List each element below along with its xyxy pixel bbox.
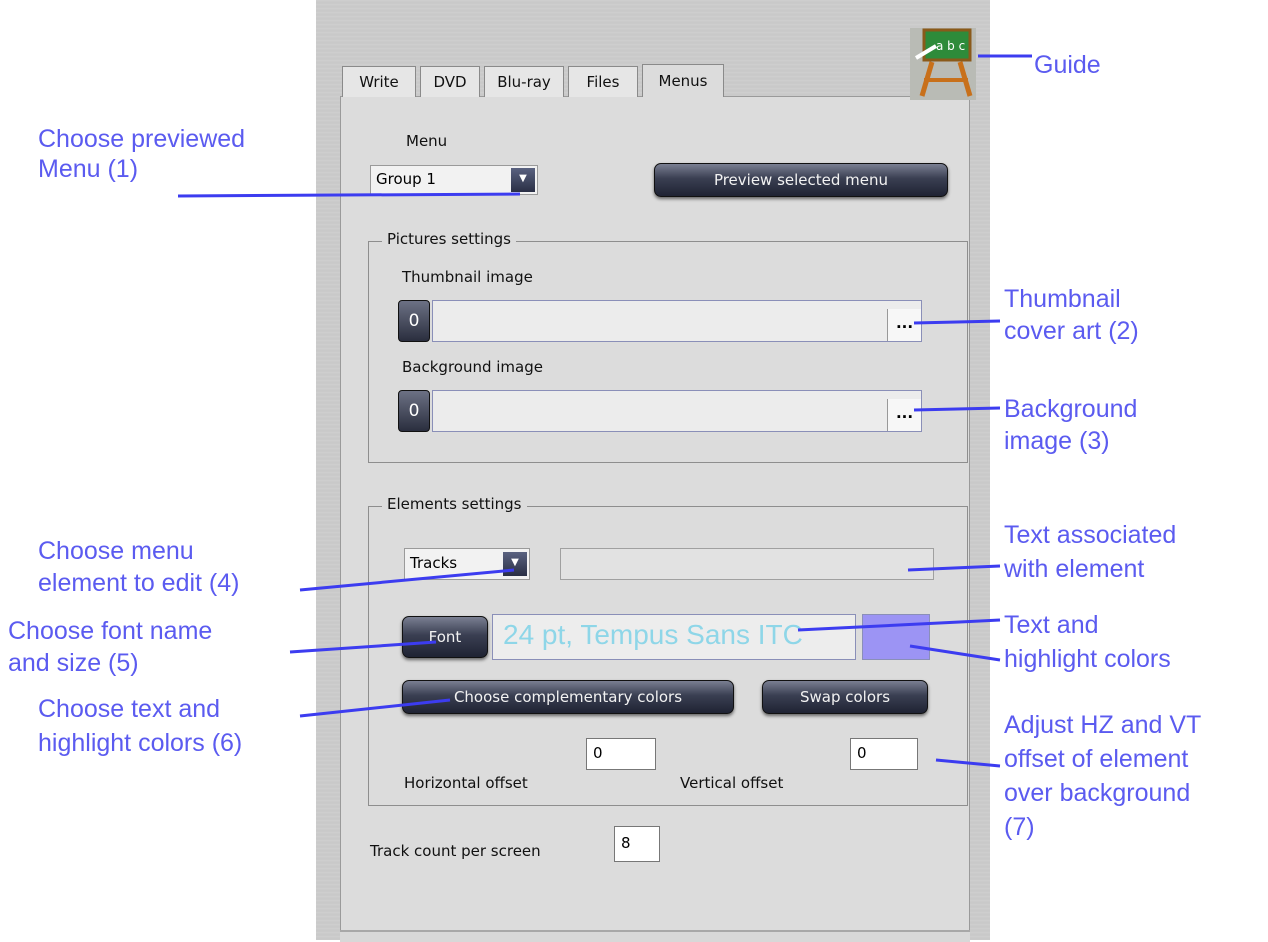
callout-menu-line1: Choose previewed <box>38 125 246 153</box>
line-thumbnail <box>913 319 1001 325</box>
line-menu <box>177 192 521 198</box>
callout-text-line2: with element <box>1004 555 1145 583</box>
callout-offset-line1: Adjust HZ and VT <box>1004 711 1202 739</box>
callout-offset-line3: over background <box>1004 779 1191 807</box>
callout-offset-line4: (7) <box>1004 813 1035 841</box>
callout-background-line2: image (3) <box>1004 427 1110 455</box>
callout-background-line1: Background <box>1004 395 1138 423</box>
callout-text-line1: Text associated <box>1004 521 1177 549</box>
callout-colors-line1: Text and <box>1004 611 1099 639</box>
callout-choose-colors-line2: highlight colors (6) <box>38 729 243 757</box>
line-colors-highlight <box>909 644 1001 662</box>
line-element <box>299 568 515 592</box>
line-font <box>289 640 437 654</box>
callout-font-line1: Choose font name <box>8 617 213 645</box>
callout-guide: Guide <box>1034 51 1101 79</box>
callout-offset-line2: offset of element <box>1004 745 1189 773</box>
line-text <box>907 564 1001 572</box>
callout-choose-colors-line1: Choose text and <box>38 695 221 723</box>
line-offset <box>935 758 1001 768</box>
line-background <box>913 406 1001 412</box>
callout-element-line1: Choose menu <box>38 537 194 565</box>
callout-colors-line2: highlight colors <box>1004 645 1171 673</box>
callout-font-line2: and size (5) <box>8 649 139 677</box>
line-colors-text <box>797 618 1001 632</box>
callout-element-line2: element to edit (4) <box>38 569 240 597</box>
line-choose-colors <box>299 698 451 718</box>
callout-thumbnail-line2: cover art (2) <box>1004 317 1139 345</box>
tab-menus[interactable]: Menus <box>642 64 724 97</box>
callout-menu-line2: Menu (1) <box>38 155 139 183</box>
callout-thumbnail-line1: Thumbnail <box>1004 285 1121 313</box>
